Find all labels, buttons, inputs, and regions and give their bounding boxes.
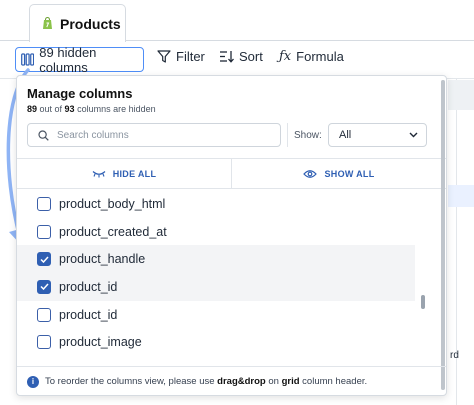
column-row[interactable]: product_id xyxy=(17,301,415,329)
tab-label: Products xyxy=(60,15,121,32)
hide-all-button[interactable]: HIDE ALL xyxy=(17,159,231,188)
formula-label: Formula xyxy=(296,49,344,64)
column-row[interactable]: product_id xyxy=(17,273,415,301)
out-of-text: out of xyxy=(37,104,65,114)
grid-header-cell xyxy=(448,80,474,110)
hint-grid: grid xyxy=(281,376,300,387)
columns-list: product_body_html product_created_at pro… xyxy=(17,190,415,357)
show-filter-value: All xyxy=(339,129,352,141)
hint-middle: on xyxy=(265,376,282,387)
hidden-count: 89 xyxy=(27,104,38,114)
checkbox-unchecked[interactable] xyxy=(37,196,51,211)
total-count: 93 xyxy=(64,104,75,114)
background-cell-text: rd xyxy=(450,350,459,361)
formula-button[interactable]: ƒx Formula xyxy=(279,49,344,64)
tab-products[interactable]: Products xyxy=(29,4,126,42)
tab-bar: Products xyxy=(0,0,474,42)
list-scrollbar-thumb[interactable] xyxy=(421,295,425,309)
checkbox-unchecked[interactable] xyxy=(37,335,51,350)
filter-button[interactable]: Filter xyxy=(157,49,205,64)
chevron-down-icon xyxy=(409,132,418,138)
sort-button[interactable]: Sort xyxy=(219,49,263,64)
column-row[interactable]: product_created_at xyxy=(17,218,415,246)
column-name: product_handle xyxy=(59,252,146,267)
manage-columns-panel: Manage columns 89 out of 93 columns are … xyxy=(16,75,447,396)
list-scrollbar[interactable] xyxy=(421,190,425,357)
show-filter-label: Show: xyxy=(287,123,322,147)
panel-scrollbar[interactable] xyxy=(441,80,445,390)
hidden-columns-label: 89 hidden columns xyxy=(39,44,97,75)
column-name: product_id xyxy=(59,279,118,294)
sort-icon xyxy=(220,51,234,63)
filter-icon xyxy=(157,50,171,63)
checkbox-checked[interactable] xyxy=(37,252,51,267)
column-name: product_id xyxy=(59,307,118,322)
search-columns-field[interactable] xyxy=(27,123,281,147)
hidden-count-summary: 89 out of 93 columns are hidden xyxy=(27,104,156,114)
panel-scrollbar-thumb[interactable] xyxy=(441,80,445,390)
search-icon xyxy=(38,129,49,141)
bulk-actions-row: HIDE ALL SHOW ALL xyxy=(17,158,446,189)
show-filter-select[interactable]: All xyxy=(328,123,427,147)
checkbox-unchecked[interactable] xyxy=(37,307,51,322)
shopify-bag-icon xyxy=(43,17,52,29)
checkbox-unchecked[interactable] xyxy=(37,224,51,239)
search-columns-input[interactable] xyxy=(57,129,257,141)
panel-title: Manage columns xyxy=(27,86,133,101)
checkmark-icon xyxy=(39,256,49,263)
hint-drag-drop: drag&drop xyxy=(217,376,266,387)
hint-text: To reorder the columns view, please use … xyxy=(45,376,367,387)
hidden-text: columns are hidden xyxy=(74,104,156,114)
hint-suffix: column header. xyxy=(299,376,368,387)
checkmark-icon xyxy=(39,283,49,291)
grid-row-highlight xyxy=(448,185,474,207)
filter-label: Filter xyxy=(176,49,205,64)
eye-icon xyxy=(303,169,318,178)
column-row[interactable]: product_handle xyxy=(17,245,415,274)
reorder-hint: i To reorder the columns view, please us… xyxy=(17,366,446,396)
hide-all-label: HIDE ALL xyxy=(112,168,157,179)
checkbox-checked[interactable] xyxy=(37,279,51,294)
show-all-label: SHOW ALL xyxy=(324,168,375,179)
column-name: product_image xyxy=(59,335,142,350)
function-icon: ƒx xyxy=(279,49,292,64)
column-name: product_created_at xyxy=(59,224,167,239)
show-all-button[interactable]: SHOW ALL xyxy=(231,159,446,188)
info-icon: i xyxy=(27,375,39,388)
column-row[interactable]: product_image xyxy=(17,328,415,356)
sort-label: Sort xyxy=(239,49,263,64)
hint-prefix: To reorder the columns view, please use xyxy=(45,376,218,387)
eye-closed-icon xyxy=(92,170,106,177)
column-name: product_body_html xyxy=(59,196,166,211)
column-row[interactable]: product_body_html xyxy=(17,190,415,218)
